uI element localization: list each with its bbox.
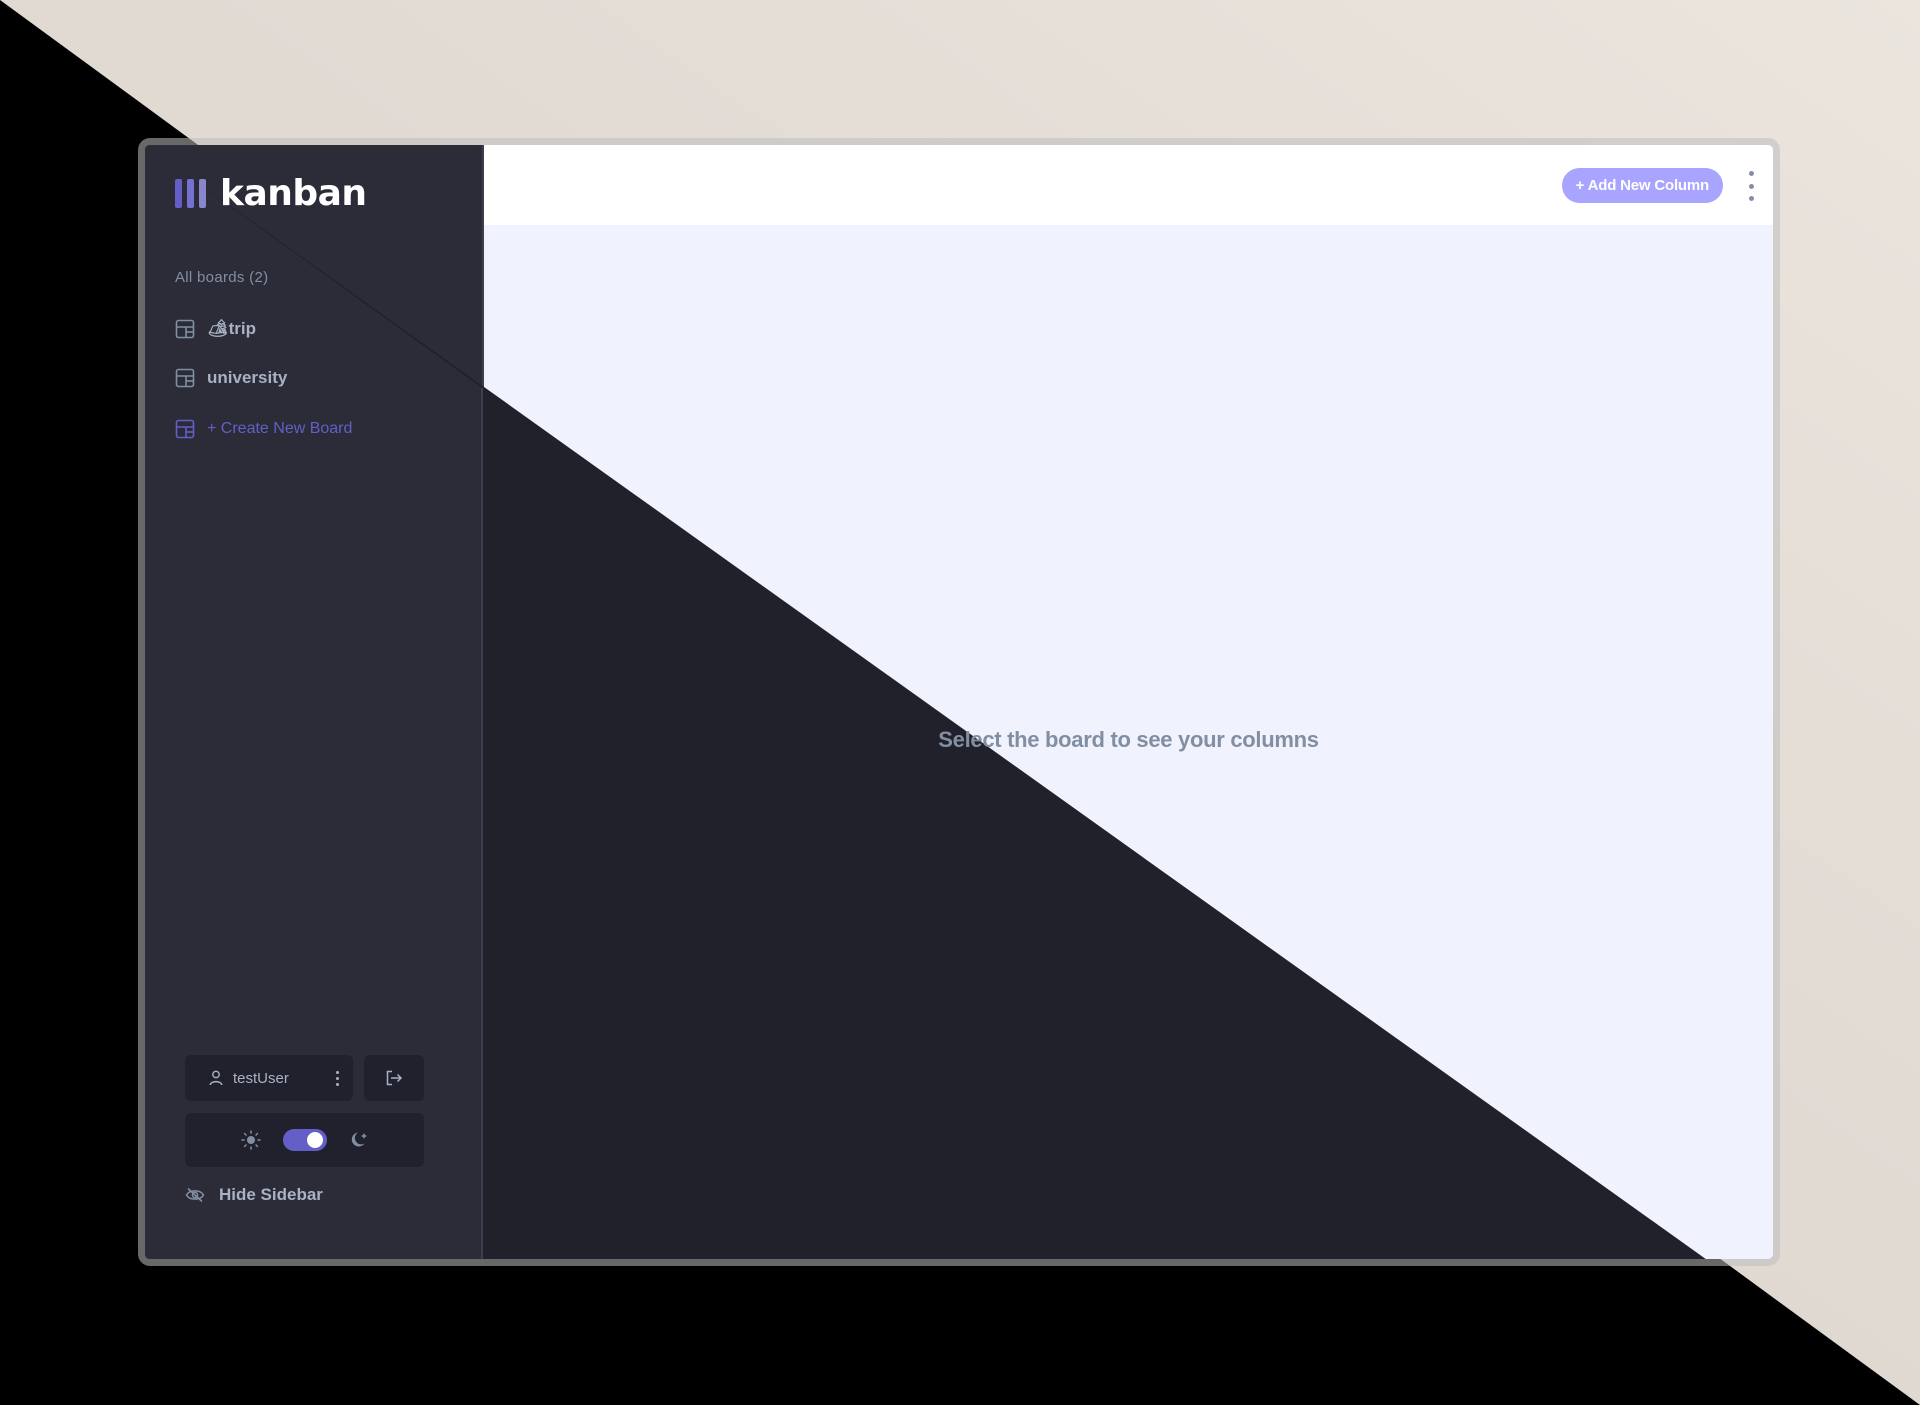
logout-button[interactable] [364, 1055, 424, 1101]
main-area [484, 145, 1773, 1259]
board-icon [175, 419, 195, 439]
user-menu[interactable]: testUser [185, 1055, 353, 1101]
vertical-dots-icon[interactable] [336, 1070, 339, 1086]
eye-slash-icon [185, 1187, 205, 1203]
logo: kanban [175, 173, 367, 214]
create-board-label: + Create New Board [207, 420, 353, 437]
add-column-button[interactable]: + Add New Column [1561, 168, 1723, 203]
moon-icon [351, 1132, 367, 1147]
logout-icon [386, 1070, 403, 1086]
theme-toggle[interactable] [282, 1129, 327, 1151]
board-item-trip[interactable]: 🏕trip [175, 319, 256, 339]
board-label: university [207, 368, 288, 387]
theme-switcher [185, 1113, 424, 1167]
board-label: 🏕trip [207, 319, 256, 338]
vertical-dots-icon[interactable] [1747, 171, 1755, 201]
username: testUser [233, 1069, 289, 1087]
hide-sidebar-label: Hide Sidebar [219, 1185, 323, 1204]
user-icon [209, 1070, 223, 1086]
logo-icon [175, 179, 206, 208]
board-icon [175, 319, 195, 339]
boards-heading: All boards (2) [175, 269, 269, 286]
hide-sidebar-button[interactable]: Hide Sidebar [185, 1185, 323, 1205]
create-board-button[interactable]: + Create New Board [175, 419, 352, 439]
app-window: kanban All boards (2) 🏕trip university +… [138, 138, 1780, 1266]
board-item-university[interactable]: university [175, 368, 287, 388]
empty-state-message: Select the board to see your columns [938, 727, 1319, 752]
logo-text: kanban [220, 173, 367, 214]
sun-icon [240, 1130, 261, 1150]
toggle-knob [306, 1132, 323, 1148]
board-icon [175, 368, 195, 388]
